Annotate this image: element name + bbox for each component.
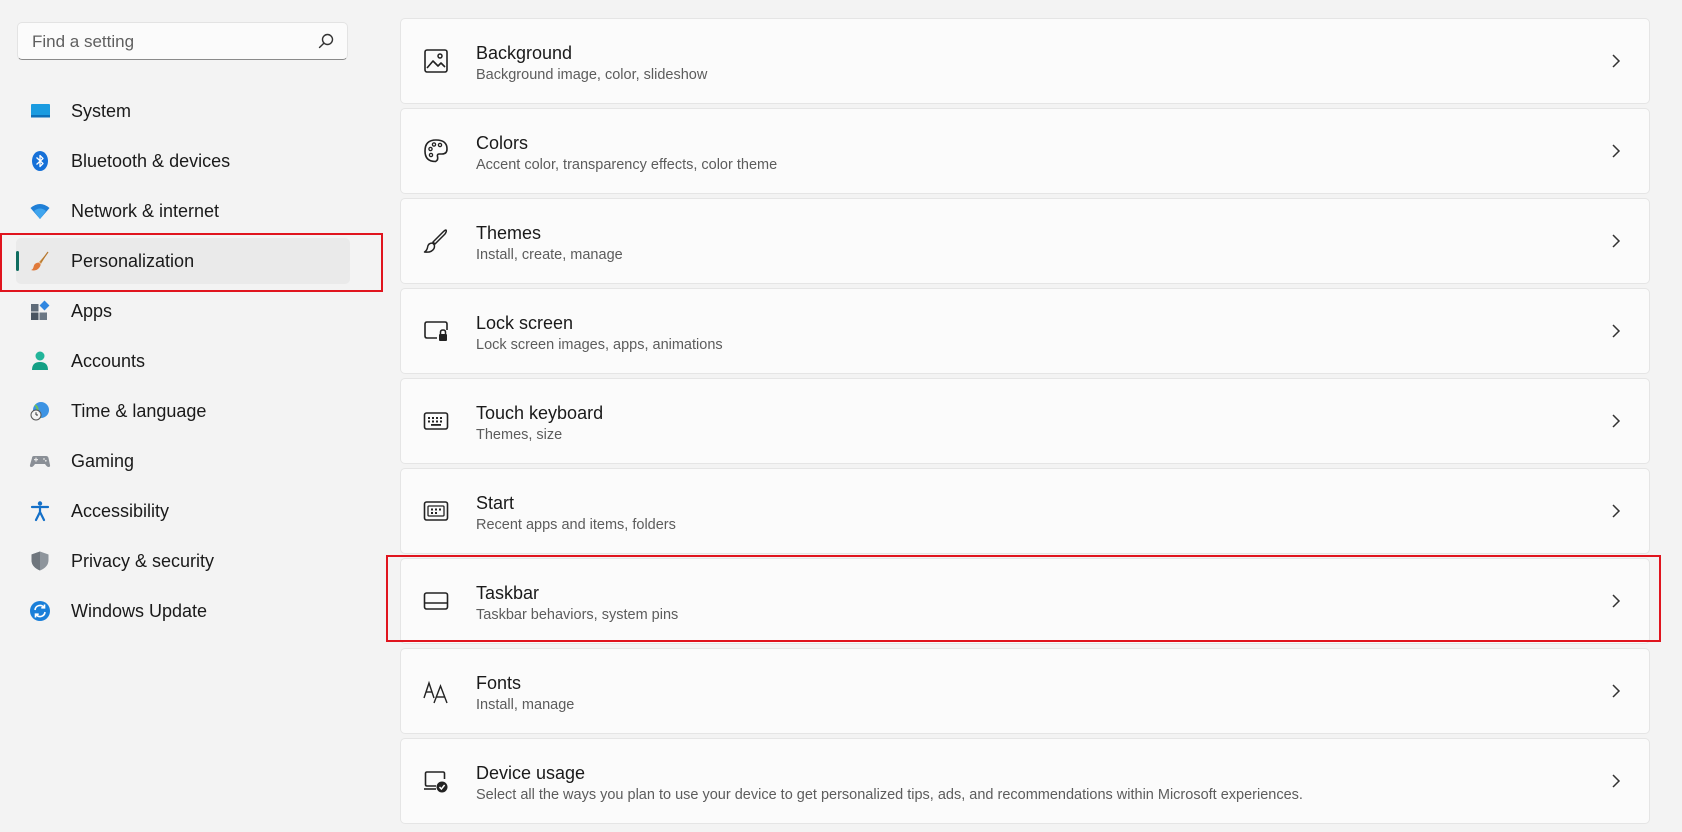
system-icon xyxy=(31,104,50,118)
chevron-right-icon xyxy=(1612,414,1621,428)
image-icon xyxy=(424,49,448,73)
sidebar-item-label: System xyxy=(71,101,132,121)
setting-title: Taskbar xyxy=(476,583,540,603)
chevron-right-icon xyxy=(1612,504,1621,518)
setting-card-touch-keyboard[interactable]: Touch keyboard Themes, size xyxy=(400,378,1650,464)
setting-description: Recent apps and items, folders xyxy=(476,517,676,533)
refresh-icon xyxy=(30,601,50,621)
sidebar-item-label: Privacy & security xyxy=(71,551,215,571)
search-box[interactable] xyxy=(17,22,348,61)
setting-description: Taskbar behaviors, system pins xyxy=(476,607,679,623)
sidebar-item-apps[interactable]: Apps xyxy=(16,288,350,334)
sidebar-item-label: Accounts xyxy=(71,351,146,371)
apps-icon xyxy=(31,300,50,320)
shield-icon xyxy=(31,551,49,571)
setting-card-background[interactable]: Background Background image, color, slid… xyxy=(400,18,1650,104)
sidebar-item-time-language[interactable]: Time & language xyxy=(16,388,350,434)
personalization-settings-list: Background Background image, color, slid… xyxy=(400,18,1650,828)
setting-title: Colors xyxy=(476,133,529,153)
setting-title: Device usage xyxy=(476,763,586,783)
device-usage-icon xyxy=(424,771,448,793)
setting-card-lock-screen[interactable]: Lock screen Lock screen images, apps, an… xyxy=(400,288,1650,374)
search-input[interactable] xyxy=(30,23,304,61)
setting-description: Themes, size xyxy=(476,427,563,443)
selection-indicator xyxy=(16,251,19,271)
sidebar-item-label: Network & internet xyxy=(71,201,220,221)
sidebar-item-accessibility[interactable]: Accessibility xyxy=(16,488,350,534)
sidebar-item-accounts[interactable]: Accounts xyxy=(16,338,350,384)
setting-description: Background image, color, slideshow xyxy=(476,67,708,83)
sidebar-item-system[interactable]: System xyxy=(16,88,350,134)
accessibility-icon xyxy=(30,501,50,522)
setting-card-taskbar[interactable]: Taskbar Taskbar behaviors, system pins xyxy=(400,558,1650,644)
setting-card-themes[interactable]: Themes Install, create, manage xyxy=(400,198,1650,284)
setting-card-device-usage[interactable]: Device usage Select all the ways you pla… xyxy=(400,738,1650,824)
chevron-right-icon xyxy=(1612,324,1621,338)
start-icon xyxy=(423,501,449,521)
search-icon[interactable] xyxy=(317,32,335,50)
settings-window: System Bluetooth & devices Network & int… xyxy=(0,0,1682,832)
sidebar-item-label: Bluetooth & devices xyxy=(71,151,231,171)
setting-card-fonts[interactable]: Fonts Install, manage xyxy=(400,648,1650,734)
setting-title: Touch keyboard xyxy=(476,403,604,423)
wifi-icon xyxy=(30,204,50,219)
paintbrush-icon xyxy=(31,251,49,271)
sidebar-item-label: Accessibility xyxy=(71,501,170,521)
setting-title: Start xyxy=(476,493,515,513)
setting-description: Install, manage xyxy=(476,697,575,713)
setting-description: Accent color, transparency effects, colo… xyxy=(476,157,778,173)
chevron-right-icon xyxy=(1612,774,1621,788)
person-icon xyxy=(32,351,48,370)
sidebar-item-label: Time & language xyxy=(71,401,207,421)
brush-icon xyxy=(423,229,448,253)
sidebar-item-label: Windows Update xyxy=(71,601,208,621)
chevron-right-icon xyxy=(1612,54,1621,68)
setting-title: Themes xyxy=(476,223,542,243)
sidebar-item-bluetooth[interactable]: Bluetooth & devices xyxy=(16,138,350,184)
setting-card-colors[interactable]: Colors Accent color, transparency effect… xyxy=(400,108,1650,194)
sidebar-item-personalization[interactable]: Personalization xyxy=(16,238,350,284)
chevron-right-icon xyxy=(1612,594,1621,608)
setting-description: Select all the ways you plan to use your… xyxy=(476,787,1303,803)
sidebar-item-windows-update[interactable]: Windows Update xyxy=(16,588,350,634)
palette-icon xyxy=(424,139,448,163)
setting-title: Fonts xyxy=(476,673,522,693)
taskbar-icon xyxy=(423,592,449,610)
globe-clock-icon xyxy=(30,402,49,421)
setting-description: Lock screen images, apps, animations xyxy=(476,337,723,353)
sidebar-nav: System Bluetooth & devices Network & int… xyxy=(0,88,380,638)
sidebar-item-privacy-security[interactable]: Privacy & security xyxy=(16,538,350,584)
sidebar-item-label: Apps xyxy=(71,301,113,321)
keyboard-icon xyxy=(423,412,449,430)
setting-title: Lock screen xyxy=(476,313,574,333)
lock-screen-icon xyxy=(424,321,448,341)
sidebar-item-label: Gaming xyxy=(71,451,135,471)
sidebar-item-gaming[interactable]: Gaming xyxy=(16,438,350,484)
setting-title: Background xyxy=(476,43,573,63)
chevron-right-icon xyxy=(1612,234,1621,248)
sidebar-item-network[interactable]: Network & internet xyxy=(16,188,350,234)
setting-card-start[interactable]: Start Recent apps and items, folders xyxy=(400,468,1650,554)
bluetooth-icon xyxy=(32,151,48,171)
gamepad-icon xyxy=(29,456,51,467)
fonts-icon xyxy=(423,680,448,704)
setting-description: Install, create, manage xyxy=(476,247,623,263)
sidebar-item-label: Personalization xyxy=(71,251,195,271)
chevron-right-icon xyxy=(1612,144,1621,158)
chevron-right-icon xyxy=(1612,684,1621,698)
sidebar: System Bluetooth & devices Network & int… xyxy=(0,0,380,832)
